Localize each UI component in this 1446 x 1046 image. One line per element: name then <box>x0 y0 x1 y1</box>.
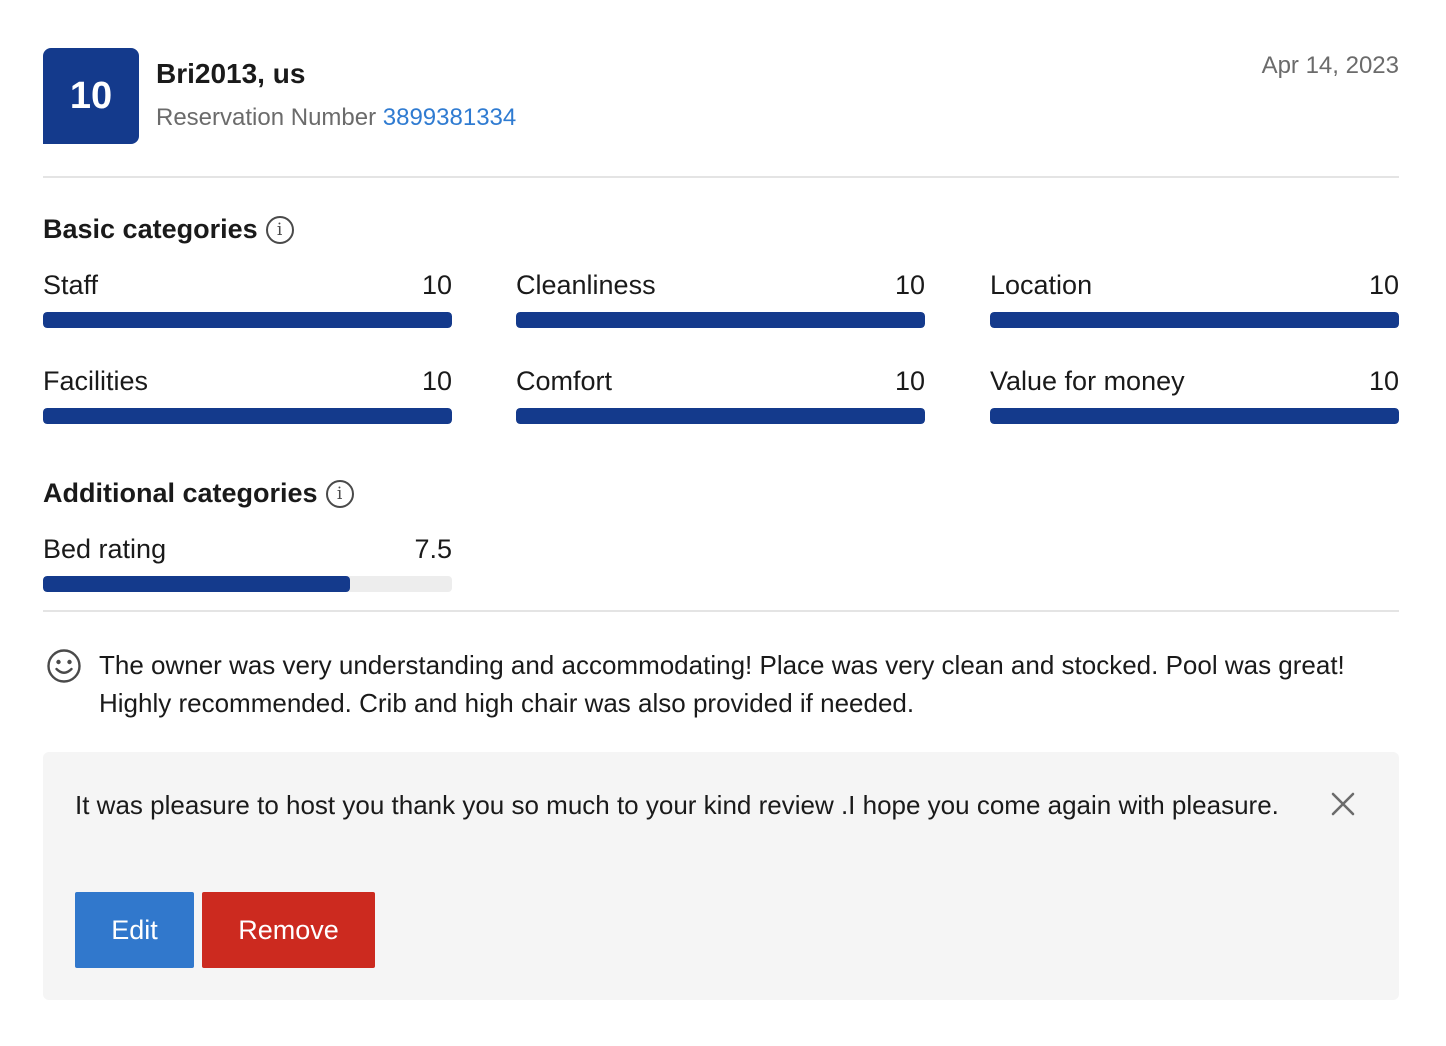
category-bar-track <box>43 312 452 328</box>
category-label: Staff <box>43 270 99 300</box>
category-value: 10 <box>1368 270 1399 300</box>
category-value: 10 <box>894 270 925 300</box>
host-response-box: It was pleasure to host you thank you so… <box>43 752 1399 1000</box>
category-bar-fill <box>990 312 1399 328</box>
guest-review: The owner was very understanding and acc… <box>43 646 1399 722</box>
info-icon[interactable]: i <box>325 479 354 508</box>
basic-categories-label: Basic categories <box>43 214 258 244</box>
header-divider <box>43 176 1399 178</box>
categories-divider <box>43 610 1399 612</box>
category-label: Location <box>990 270 1093 300</box>
category-bar-fill <box>516 408 925 424</box>
category-label: Value for money <box>990 366 1185 396</box>
category-bar-track <box>990 312 1399 328</box>
category-label: Facilities <box>43 366 149 396</box>
review-date: Apr 14, 2023 <box>1261 52 1399 79</box>
category-value: 10 <box>421 270 452 300</box>
category-bar-track <box>516 408 925 424</box>
category-comfort: Comfort 10 <box>516 366 925 426</box>
smile-icon <box>47 649 81 683</box>
basic-categories-title: Basic categories i <box>43 214 294 245</box>
category-cleanliness: Cleanliness 10 <box>516 270 925 330</box>
category-bar-track <box>43 576 452 592</box>
reservation-info: Reservation Number 3899381334 <box>156 104 516 132</box>
close-icon[interactable] <box>1327 788 1359 820</box>
category-bar-fill <box>43 312 452 328</box>
reviewer-name: Bri2013, us <box>156 58 306 89</box>
review-header: 10 Bri2013, us Reservation Number 389938… <box>43 48 1399 144</box>
category-bar-fill <box>43 576 350 592</box>
category-value: 10 <box>421 366 452 396</box>
score-badge: 10 <box>43 48 139 144</box>
review-text: The owner was very understanding and acc… <box>99 650 1345 718</box>
review-card: 10 Bri2013, us Reservation Number 389938… <box>0 0 1446 1046</box>
category-bar-fill <box>516 312 925 328</box>
category-value: 10 <box>894 366 925 396</box>
additional-categories-title: Additional categories i <box>43 478 354 509</box>
category-value: 10 <box>1368 366 1399 396</box>
category-value: 7.5 <box>414 534 452 564</box>
edit-button[interactable]: Edit <box>75 892 194 968</box>
category-label: Comfort <box>516 366 613 396</box>
category-bar-fill <box>43 408 452 424</box>
host-response-text: It was pleasure to host you thank you so… <box>75 790 1279 820</box>
category-bar-track <box>43 408 452 424</box>
reservation-number-link[interactable]: 3899381334 <box>383 104 516 131</box>
category-location: Location 10 <box>990 270 1399 330</box>
category-bed-rating: Bed rating 7.5 <box>43 534 452 594</box>
category-value-for-money: Value for money 10 <box>990 366 1399 426</box>
category-label: Bed rating <box>43 534 167 564</box>
category-staff: Staff 10 <box>43 270 452 330</box>
info-icon[interactable]: i <box>265 215 294 244</box>
reservation-label: Reservation Number <box>156 104 377 131</box>
category-label: Cleanliness <box>516 270 656 300</box>
category-bar-track <box>990 408 1399 424</box>
additional-categories-label: Additional categories <box>43 478 318 508</box>
category-bar-fill <box>990 408 1399 424</box>
category-facilities: Facilities 10 <box>43 366 452 426</box>
remove-button[interactable]: Remove <box>202 892 375 968</box>
category-bar-track <box>516 312 925 328</box>
